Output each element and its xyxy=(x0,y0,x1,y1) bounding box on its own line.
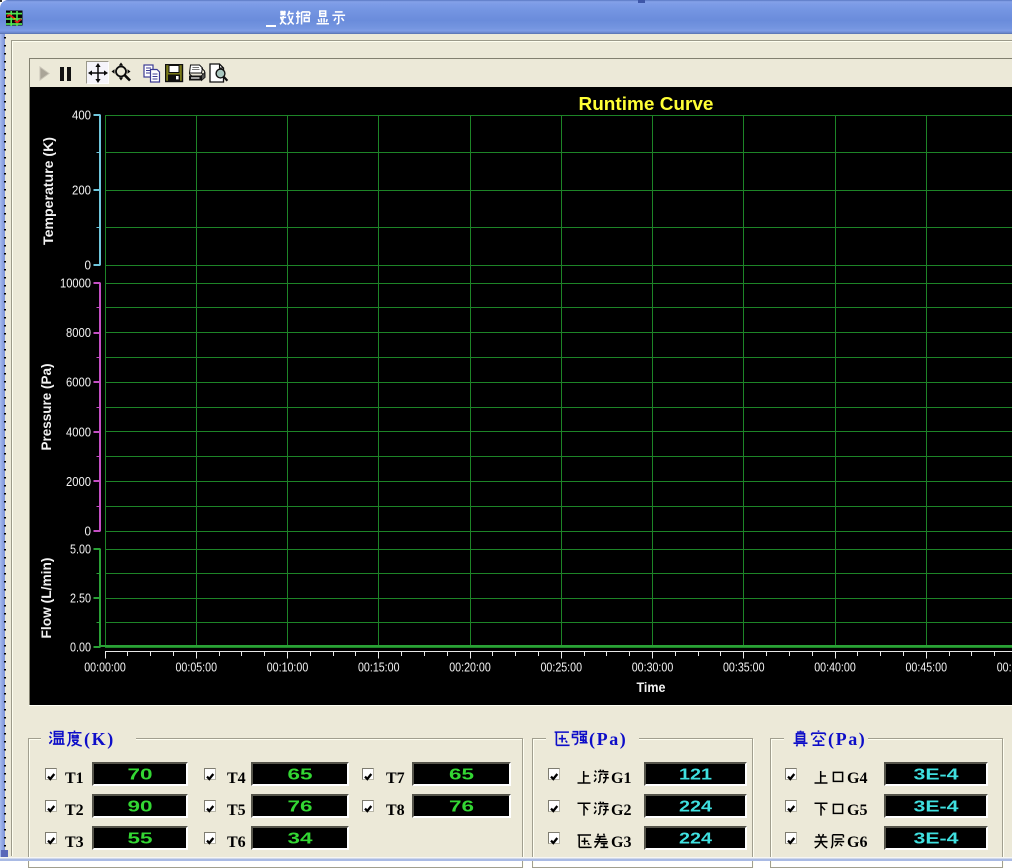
svg-text:Pressure (Pa): Pressure (Pa) xyxy=(38,364,54,451)
svg-text:65: 65 xyxy=(449,767,474,784)
svg-text:400: 400 xyxy=(72,108,91,123)
svg-text:121: 121 xyxy=(679,767,712,784)
svg-text:3E-4: 3E-4 xyxy=(914,831,959,848)
svg-text:0.00: 0.00 xyxy=(70,640,91,655)
svg-text:200: 200 xyxy=(72,183,91,198)
svg-text:8000: 8000 xyxy=(66,325,91,340)
svg-text:3E-4: 3E-4 xyxy=(914,767,959,784)
svg-text:00:10:00: 00:10:00 xyxy=(267,660,309,675)
svg-text:3E-4: 3E-4 xyxy=(914,799,959,816)
svg-text:00:00:00: 00:00:00 xyxy=(84,660,126,675)
svg-text:Time: Time xyxy=(637,679,666,695)
svg-text:00:20:00: 00:20:00 xyxy=(449,660,491,675)
svg-text:34: 34 xyxy=(288,831,313,848)
svg-text:55: 55 xyxy=(128,831,153,848)
svg-text:Runtime Curve: Runtime Curve xyxy=(579,94,714,114)
svg-text:76: 76 xyxy=(288,799,313,816)
svg-text:6000: 6000 xyxy=(66,375,91,390)
svg-text:0: 0 xyxy=(85,258,92,273)
svg-text:0: 0 xyxy=(85,524,92,539)
svg-text:5.00: 5.00 xyxy=(70,542,91,557)
svg-text:65: 65 xyxy=(288,767,313,784)
svg-text:76: 76 xyxy=(449,799,474,816)
svg-text:224: 224 xyxy=(679,831,712,848)
svg-text:10000: 10000 xyxy=(60,276,91,291)
svg-text:00:05:00: 00:05:00 xyxy=(176,660,218,675)
svg-text:00:35:00: 00:35:00 xyxy=(723,660,765,675)
svg-text:90: 90 xyxy=(128,799,153,816)
svg-text:00:25:00: 00:25:00 xyxy=(541,660,583,675)
svg-text:00:40:00: 00:40:00 xyxy=(814,660,856,675)
svg-text:Temperature (K): Temperature (K) xyxy=(40,137,56,245)
svg-text:00:30:00: 00:30:00 xyxy=(632,660,674,675)
svg-text:2000: 2000 xyxy=(66,474,91,489)
svg-text:00:45:00: 00:45:00 xyxy=(906,660,948,675)
svg-text:70: 70 xyxy=(128,767,153,784)
svg-text:4000: 4000 xyxy=(66,424,91,439)
svg-text:224: 224 xyxy=(679,799,712,816)
svg-text:00:50:00: 00:50:00 xyxy=(997,660,1012,675)
svg-text:00:15:00: 00:15:00 xyxy=(358,660,400,675)
svg-text:2.50: 2.50 xyxy=(70,591,91,606)
svg-text:Flow (L/min): Flow (L/min) xyxy=(38,558,54,639)
